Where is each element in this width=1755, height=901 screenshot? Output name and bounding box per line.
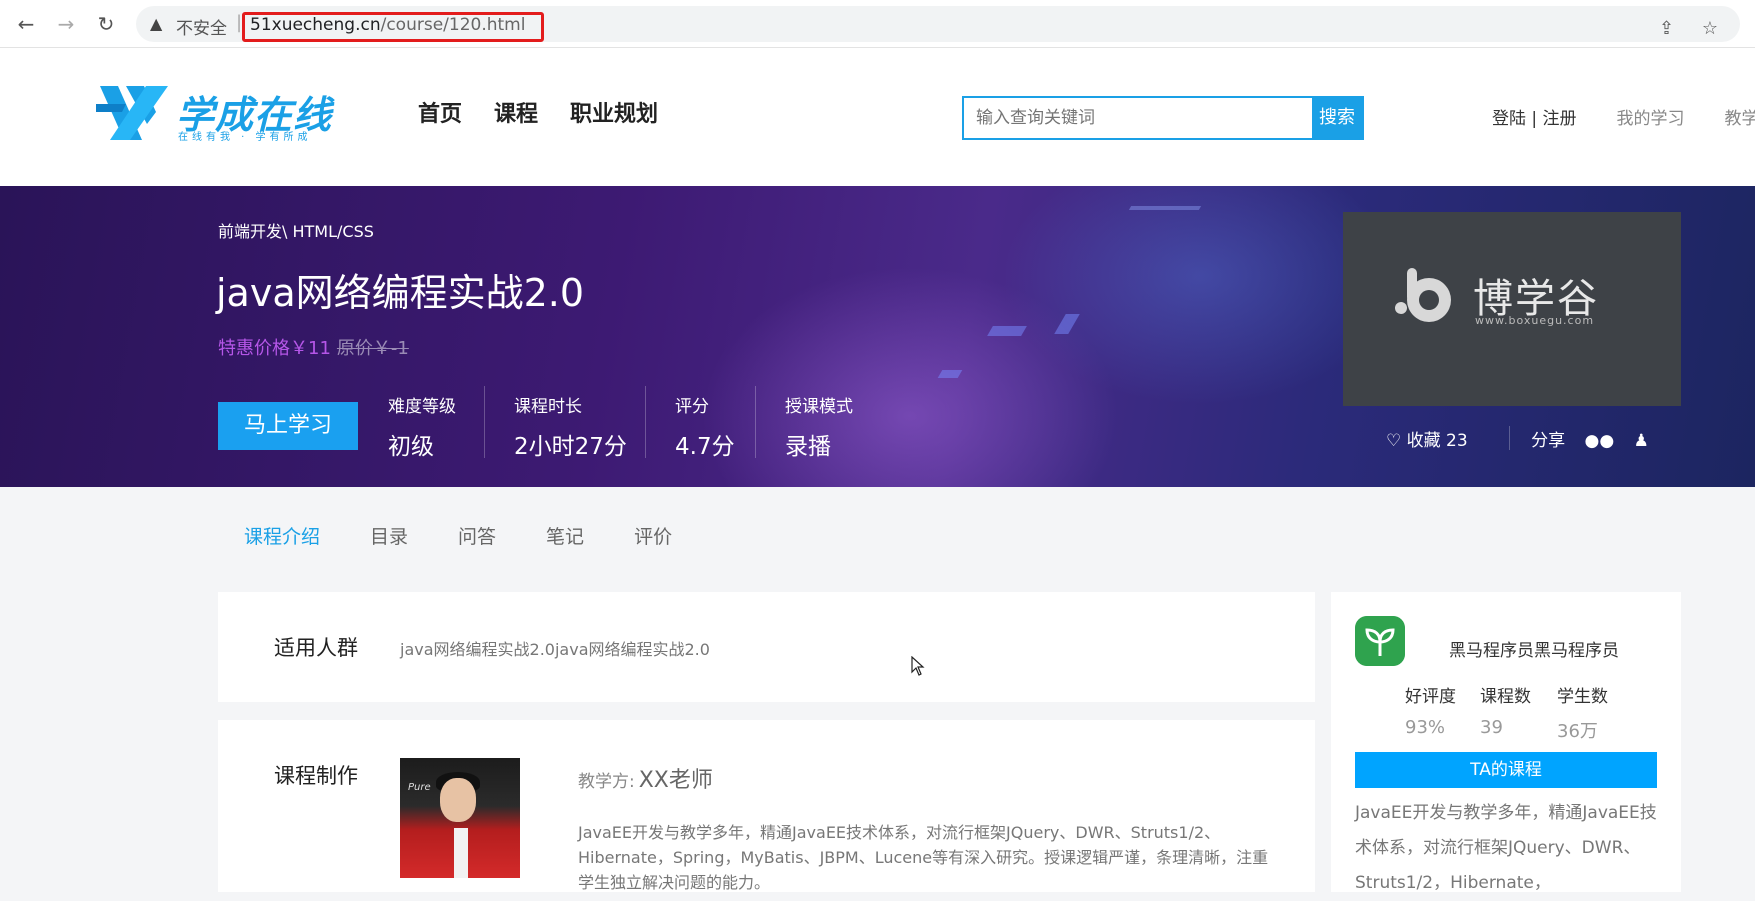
stat-value: 39	[1480, 717, 1503, 738]
main-nav: 首页 课程 职业规划	[418, 96, 690, 128]
organization-description: JavaEE开发与教学多年，精通JavaEE技术体系，对流行框架JQuery、D…	[1355, 803, 1657, 893]
stat-value: 93%	[1405, 717, 1446, 738]
making-heading: 课程制作	[274, 764, 358, 788]
audience-heading: 适用人群	[274, 636, 358, 660]
forward-icon[interactable]: →	[52, 10, 80, 38]
stat-label: 授课模式	[785, 397, 853, 417]
photo-tag: Pure	[408, 782, 431, 793]
site-header: 学成在线 在线有我 · 学有所成 首页 课程 职业规划 搜索 登陆 | 注册 我的学习…	[0, 48, 1755, 186]
stat-value: 36万	[1557, 721, 1598, 742]
course-tabs: 课程介绍 目录 问答 笔记 评价	[244, 522, 722, 549]
stat-label: 难度等级	[388, 397, 456, 417]
course-hero-banner: 前端开发\ HTML/CSS java网络编程实战2.0 特惠价格￥11 原价￥-…	[0, 186, 1755, 487]
tab-qa[interactable]: 问答	[458, 526, 496, 548]
organization-card: 黑马程序员黑马程序员 好评度 93% 课程数 39 学生数 36万 TA的课程 …	[1331, 592, 1681, 893]
teach-link[interactable]: 教学	[1725, 109, 1755, 129]
stat-divider	[755, 386, 756, 458]
my-learning-link[interactable]: 我的学习	[1617, 109, 1685, 129]
address-actions: ⇪ ☆	[1637, 18, 1718, 39]
course-making-card: 课程制作 Pure 教学方: XX老师 JavaEE开发与教学多年，精通JavaE…	[218, 720, 1315, 892]
nav-courses[interactable]: 课程	[494, 102, 538, 127]
search-input[interactable]	[964, 98, 1312, 138]
stat-divider	[484, 386, 485, 458]
audience-text: java网络编程实战2.0java网络编程实战2.0	[400, 640, 710, 659]
heart-icon[interactable]: ♡	[1386, 431, 1401, 451]
stat-value: 初级	[388, 434, 434, 460]
stat-value: 2小时27分	[514, 434, 627, 460]
hero-glow	[1000, 186, 1400, 406]
browser-toolbar: ← → ↻ ▲ 不安全 | ⇪ ☆ 51xuecheng.cn/course/1…	[0, 0, 1755, 48]
discount-price: 特惠价格￥11	[218, 338, 331, 359]
photo-face	[440, 778, 476, 822]
hero-decoration	[1128, 206, 1202, 210]
stat-duration: 课程时长 2小时27分	[514, 392, 627, 461]
favorite-count[interactable]: 收藏 23	[1407, 431, 1468, 451]
search-button[interactable]: 搜索	[1312, 98, 1362, 138]
ta-courses-button[interactable]: TA的课程	[1355, 752, 1657, 788]
teacher-description: JavaEE开发与教学多年，精通JavaEE技术体系，对流行框架JQuery、D…	[578, 823, 1269, 892]
photo-shirt	[454, 828, 468, 878]
stat-rating: 评分 4.7分	[675, 392, 735, 461]
course-title: java网络编程实战2.0	[216, 271, 585, 315]
stat-label: 学生数	[1557, 687, 1608, 707]
original-price: 原价￥-1	[336, 338, 409, 359]
teacher-label: 教学方:	[578, 772, 635, 792]
audience-card: 适用人群 java网络编程实战2.0java网络编程实战2.0	[218, 592, 1315, 702]
hero-decoration	[987, 326, 1027, 336]
stat-label: 评分	[675, 397, 709, 417]
share-label[interactable]: 分享	[1531, 431, 1565, 451]
stat-course-count: 课程数 39	[1480, 682, 1531, 738]
stat-difficulty: 难度等级 初级	[388, 392, 456, 461]
search-box: 搜索	[962, 96, 1364, 140]
teacher-info: 教学方: XX老师	[578, 762, 713, 794]
tab-notes[interactable]: 笔记	[546, 526, 584, 548]
cover-brand-url: www.boxuegu.com	[1475, 314, 1595, 327]
breadcrumb[interactable]: 前端开发\ HTML/CSS	[218, 218, 374, 242]
stat-student-count: 学生数 36万	[1557, 682, 1608, 743]
user-links: 登陆 | 注册 我的学习 教学	[1492, 104, 1755, 129]
logo-tagline: 在线有我 · 学有所成	[178, 132, 312, 143]
mouse-cursor-icon	[911, 656, 925, 676]
stat-label: 好评度	[1405, 687, 1456, 707]
qq-icon[interactable]: ♟	[1634, 431, 1649, 451]
nav-career[interactable]: 职业规划	[570, 102, 658, 127]
leaf-logo-icon	[1355, 616, 1405, 666]
back-icon[interactable]: ←	[12, 10, 40, 38]
stat-mode: 授课模式 录播	[785, 392, 853, 461]
url-domain: 51xuecheng.cn	[250, 15, 381, 35]
url-text[interactable]: 51xuecheng.cn/course/120.html	[250, 15, 525, 35]
logo-x-icon	[96, 86, 168, 140]
url-path: /course/120.html	[380, 15, 526, 35]
stat-value: 录播	[785, 434, 831, 460]
tab-intro[interactable]: 课程介绍	[244, 526, 320, 548]
share-page-icon[interactable]: ⇪	[1659, 18, 1674, 39]
bookmark-star-icon[interactable]: ☆	[1702, 18, 1718, 39]
reload-icon[interactable]: ↻	[92, 10, 120, 38]
insecure-label: 不安全	[176, 19, 227, 39]
stat-label: 课程时长	[514, 397, 582, 417]
start-learning-button[interactable]: 马上学习	[218, 402, 358, 450]
wechat-icon[interactable]: ●●	[1585, 431, 1615, 451]
price: 特惠价格￥11 原价￥-1	[218, 334, 409, 360]
organization-name[interactable]: 黑马程序员黑马程序员	[1449, 636, 1619, 661]
tab-catalog[interactable]: 目录	[370, 526, 408, 548]
teacher-name: XX老师	[638, 768, 713, 793]
stat-positive-rate: 好评度 93%	[1405, 682, 1456, 738]
stat-value: 4.7分	[675, 434, 735, 460]
social-divider	[1509, 426, 1510, 450]
social-actions: ♡ 收藏 23 分享 ●● ♟	[1386, 426, 1649, 451]
teacher-photo: Pure	[400, 758, 520, 878]
stat-divider	[645, 386, 646, 458]
stat-label: 课程数	[1480, 687, 1531, 707]
site-logo[interactable]: 学成在线 在线有我 · 学有所成	[96, 84, 346, 144]
login-register-link[interactable]: 登陆 | 注册	[1492, 109, 1577, 129]
tab-reviews[interactable]: 评价	[634, 526, 672, 548]
warning-icon: ▲	[150, 14, 163, 33]
nav-home[interactable]: 首页	[418, 102, 462, 127]
course-cover-image[interactable]: 博学谷 www.boxuegu.com	[1343, 212, 1681, 406]
